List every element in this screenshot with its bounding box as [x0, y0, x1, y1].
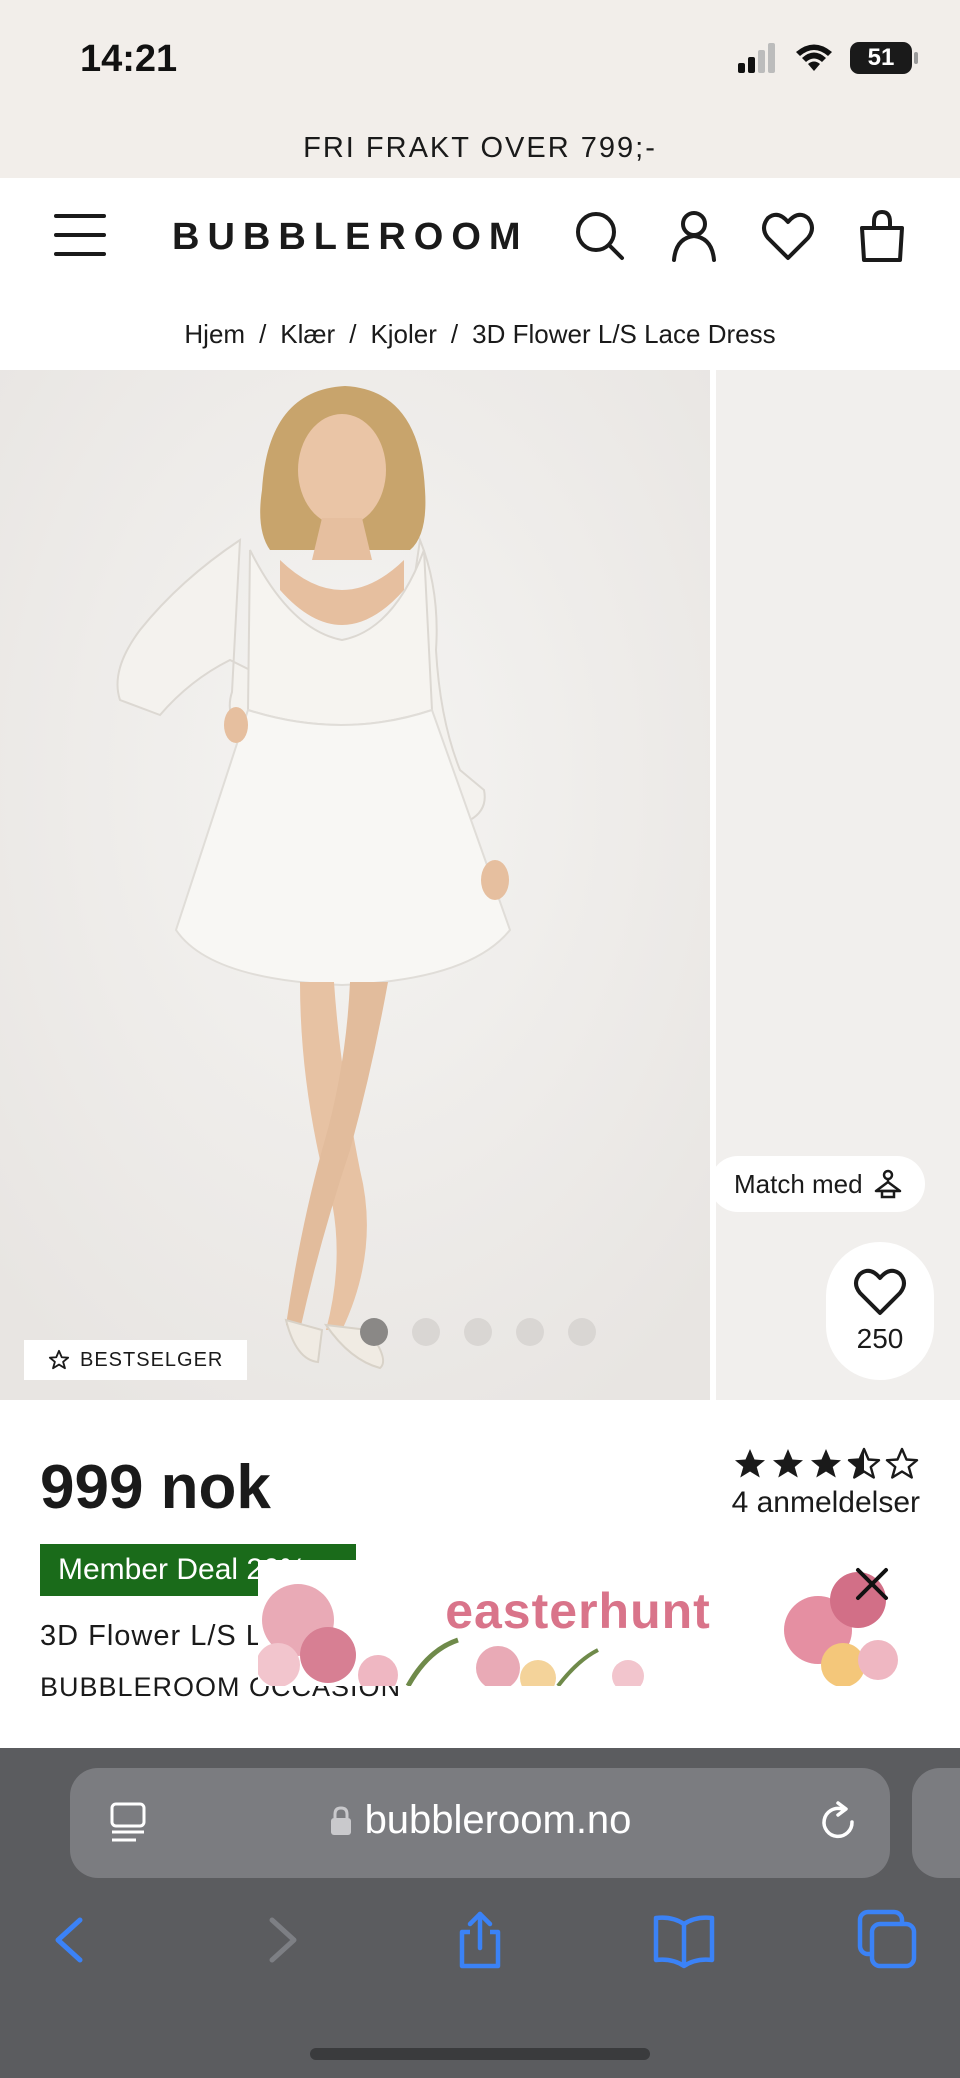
breadcrumb-separator: / — [259, 318, 267, 349]
site-header: BUBBLEROOM — [0, 178, 960, 298]
breadcrumb-dresses[interactable]: Kjoler — [370, 319, 436, 350]
favorite-button[interactable]: 250 — [826, 1242, 934, 1380]
bag-icon — [860, 209, 904, 262]
forward-icon[interactable] — [248, 1908, 312, 1972]
tabs-icon[interactable] — [856, 1908, 920, 1972]
hanger-icon — [874, 1169, 901, 1199]
brand-logo[interactable]: BUBBLEROOM — [172, 216, 529, 259]
ad-title: easterhunt — [445, 1583, 711, 1639]
wifi-icon — [796, 44, 832, 71]
search-icon — [576, 212, 624, 260]
match-with-label: Match med — [734, 1168, 863, 1199]
heart-icon — [762, 212, 814, 260]
address-bar[interactable]: bubbleroom.no — [70, 1768, 890, 1878]
safari-toolbar: bubbleroom.no — [0, 1748, 960, 2078]
breadcrumb-current: 3D Flower L/S Lace Dress — [472, 318, 776, 349]
product-image[interactable]: BESTSELGER — [0, 370, 710, 1400]
star-outline-icon — [885, 1447, 919, 1479]
wishlist-button[interactable] — [760, 208, 816, 264]
breadcrumb-home[interactable]: Hjem — [184, 319, 245, 350]
menu-icon — [54, 214, 106, 218]
account-button[interactable] — [666, 208, 722, 264]
pagination-dot[interactable] — [360, 1318, 388, 1346]
status-icons: 51 — [738, 42, 918, 74]
url-text: bubbleroom.no — [364, 1798, 632, 1842]
reload-icon[interactable] — [816, 1800, 860, 1844]
close-icon[interactable] — [852, 1564, 892, 1604]
product-gallery[interactable]: BESTSELGER Match med 250 — [0, 370, 960, 1400]
lock-icon — [330, 1805, 351, 1835]
match-with-button[interactable]: Match med — [710, 1156, 925, 1212]
next-product-image[interactable] — [716, 370, 960, 1400]
share-icon[interactable] — [448, 1908, 512, 1972]
status-time: 14:21 — [80, 38, 178, 80]
pagination-dot[interactable] — [412, 1318, 440, 1346]
back-icon[interactable] — [40, 1908, 104, 1972]
heart-icon — [854, 1268, 906, 1315]
pagination-dot[interactable] — [464, 1318, 492, 1346]
gallery-pagination — [360, 1318, 596, 1346]
product-price: 999 nok — [40, 1453, 271, 1522]
breadcrumb-separator: / — [349, 318, 357, 349]
signal-icon — [738, 43, 775, 73]
bookmarks-icon[interactable] — [652, 1908, 716, 1972]
bestseller-label: BESTSELGER — [80, 1348, 224, 1371]
breadcrumb-separator: / — [450, 318, 459, 349]
cart-button[interactable] — [854, 208, 910, 264]
star-filled-icon — [811, 1449, 841, 1478]
star-half-icon — [847, 1447, 881, 1479]
free-shipping-banner: FRI FRAKT OVER 799;- — [0, 118, 960, 178]
search-button[interactable] — [572, 208, 628, 264]
url-display[interactable]: bubbleroom.no — [70, 1798, 890, 1843]
bestseller-badge: BESTSELGER — [24, 1340, 248, 1380]
battery-icon: 51 — [850, 42, 918, 74]
rating-stars — [732, 1446, 920, 1482]
pagination-dot[interactable] — [568, 1318, 596, 1346]
status-bar: 14:21 51 — [0, 0, 960, 118]
breadcrumb-clothes[interactable]: Klær — [280, 319, 335, 350]
star-outline-icon — [48, 1349, 70, 1370]
menu-button[interactable] — [54, 214, 106, 256]
favorite-count: 250 — [856, 1323, 904, 1354]
next-tab-preview[interactable] — [912, 1768, 960, 1878]
model-illustration — [0, 370, 710, 1400]
breadcrumb: Hjem / Klær / Kjoler / 3D Flower L/S Lac… — [0, 298, 960, 370]
pagination-dot[interactable] — [516, 1318, 544, 1346]
easterhunt-banner[interactable]: easterhunt — [258, 1560, 898, 1686]
star-filled-icon — [773, 1449, 803, 1478]
review-count[interactable]: 4 anmeldelser — [732, 1486, 920, 1520]
product-rating[interactable]: 4 anmeldelser — [732, 1446, 920, 1520]
star-filled-icon — [735, 1449, 765, 1478]
account-icon — [672, 211, 716, 262]
home-indicator — [310, 2048, 650, 2060]
product-name: 3D Flower L/S L — [40, 1620, 263, 1652]
